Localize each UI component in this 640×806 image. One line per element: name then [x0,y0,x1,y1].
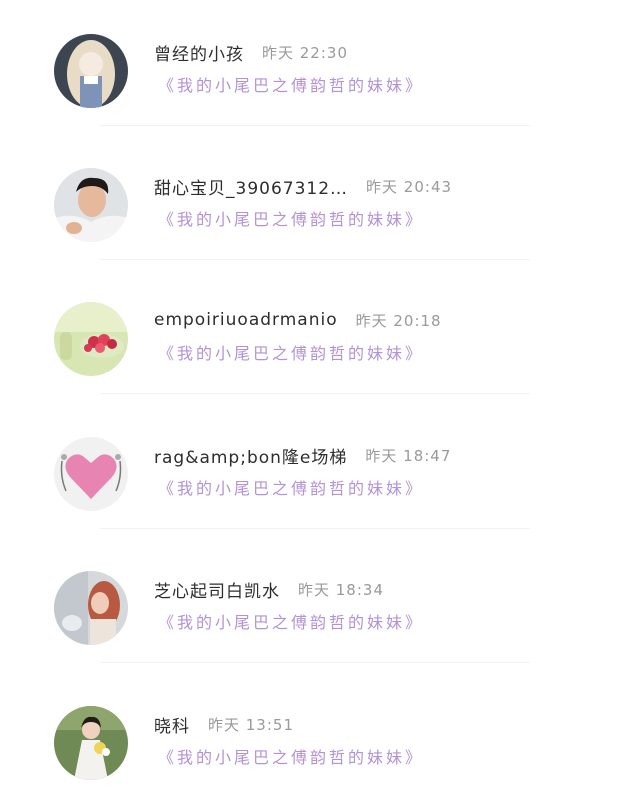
divider [100,528,530,529]
divider [100,393,530,394]
book-title-link[interactable]: 《我的小尾巴之傅韵哲的妹妹》 [158,744,424,768]
girl-anime-avatar-icon[interactable] [54,34,128,108]
list-item[interactable]: 晓科 昨天 13:51 《我的小尾巴之傅韵哲的妹妹》 [0,672,640,806]
username[interactable]: 芝心起司白凯水 [154,577,280,602]
divider [100,125,530,126]
timestamp: 昨天 18:47 [365,446,452,465]
book-title-link[interactable]: 《我的小尾巴之傅韵哲的妹妹》 [158,609,424,633]
woman-bouquet-avatar-icon[interactable] [54,706,128,780]
timestamp: 昨天 20:18 [355,311,442,330]
username[interactable]: 甜心宝贝_39067312… [154,174,348,199]
username[interactable]: rag&amp;bon隆e场梯 [154,443,347,468]
timestamp: 昨天 18:34 [298,580,384,599]
list-item[interactable]: 曾经的小孩 昨天 22:30 《我的小尾巴之傅韵哲的妹妹》 [0,0,640,134]
username[interactable]: 曾经的小孩 [154,40,244,65]
divider [100,259,530,260]
book-title-link[interactable]: 《我的小尾巴之傅韵哲的妹妹》 [158,206,424,230]
list-item[interactable]: 芝心起司白凯水 昨天 18:34 《我的小尾巴之傅韵哲的妹妹》 [0,537,640,671]
divider [100,662,530,663]
timestamp: 昨天 13:51 [208,715,294,734]
timestamp: 昨天 20:43 [366,177,453,196]
username[interactable]: empoiriuoadrmanio [154,310,338,330]
heart-avatar-icon[interactable] [54,437,128,511]
girl-photo-avatar-icon[interactable] [54,571,128,645]
book-title-link[interactable]: 《我的小尾巴之傅韵哲的妹妹》 [158,475,424,499]
timestamp: 昨天 22:30 [262,43,348,62]
list-item[interactable]: empoiriuoadrmanio 昨天 20:18 《我的小尾巴之傅韵哲的妹妹… [0,268,640,402]
list-item[interactable]: 甜心宝贝_39067312… 昨天 20:43 《我的小尾巴之傅韵哲的妹妹》 [0,134,640,268]
book-title-link[interactable]: 《我的小尾巴之傅韵哲的妹妹》 [158,340,424,364]
flower-photo-avatar-icon[interactable] [54,302,128,376]
list-item[interactable]: rag&amp;bon隆e场梯 昨天 18:47 《我的小尾巴之傅韵哲的妹妹》 [0,403,640,537]
username[interactable]: 晓科 [154,712,190,737]
comment-list: 曾经的小孩 昨天 22:30 《我的小尾巴之傅韵哲的妹妹》 甜心宝贝_39067… [0,0,640,797]
boy-photo-avatar-icon[interactable] [54,168,128,242]
book-title-link[interactable]: 《我的小尾巴之傅韵哲的妹妹》 [158,72,424,96]
